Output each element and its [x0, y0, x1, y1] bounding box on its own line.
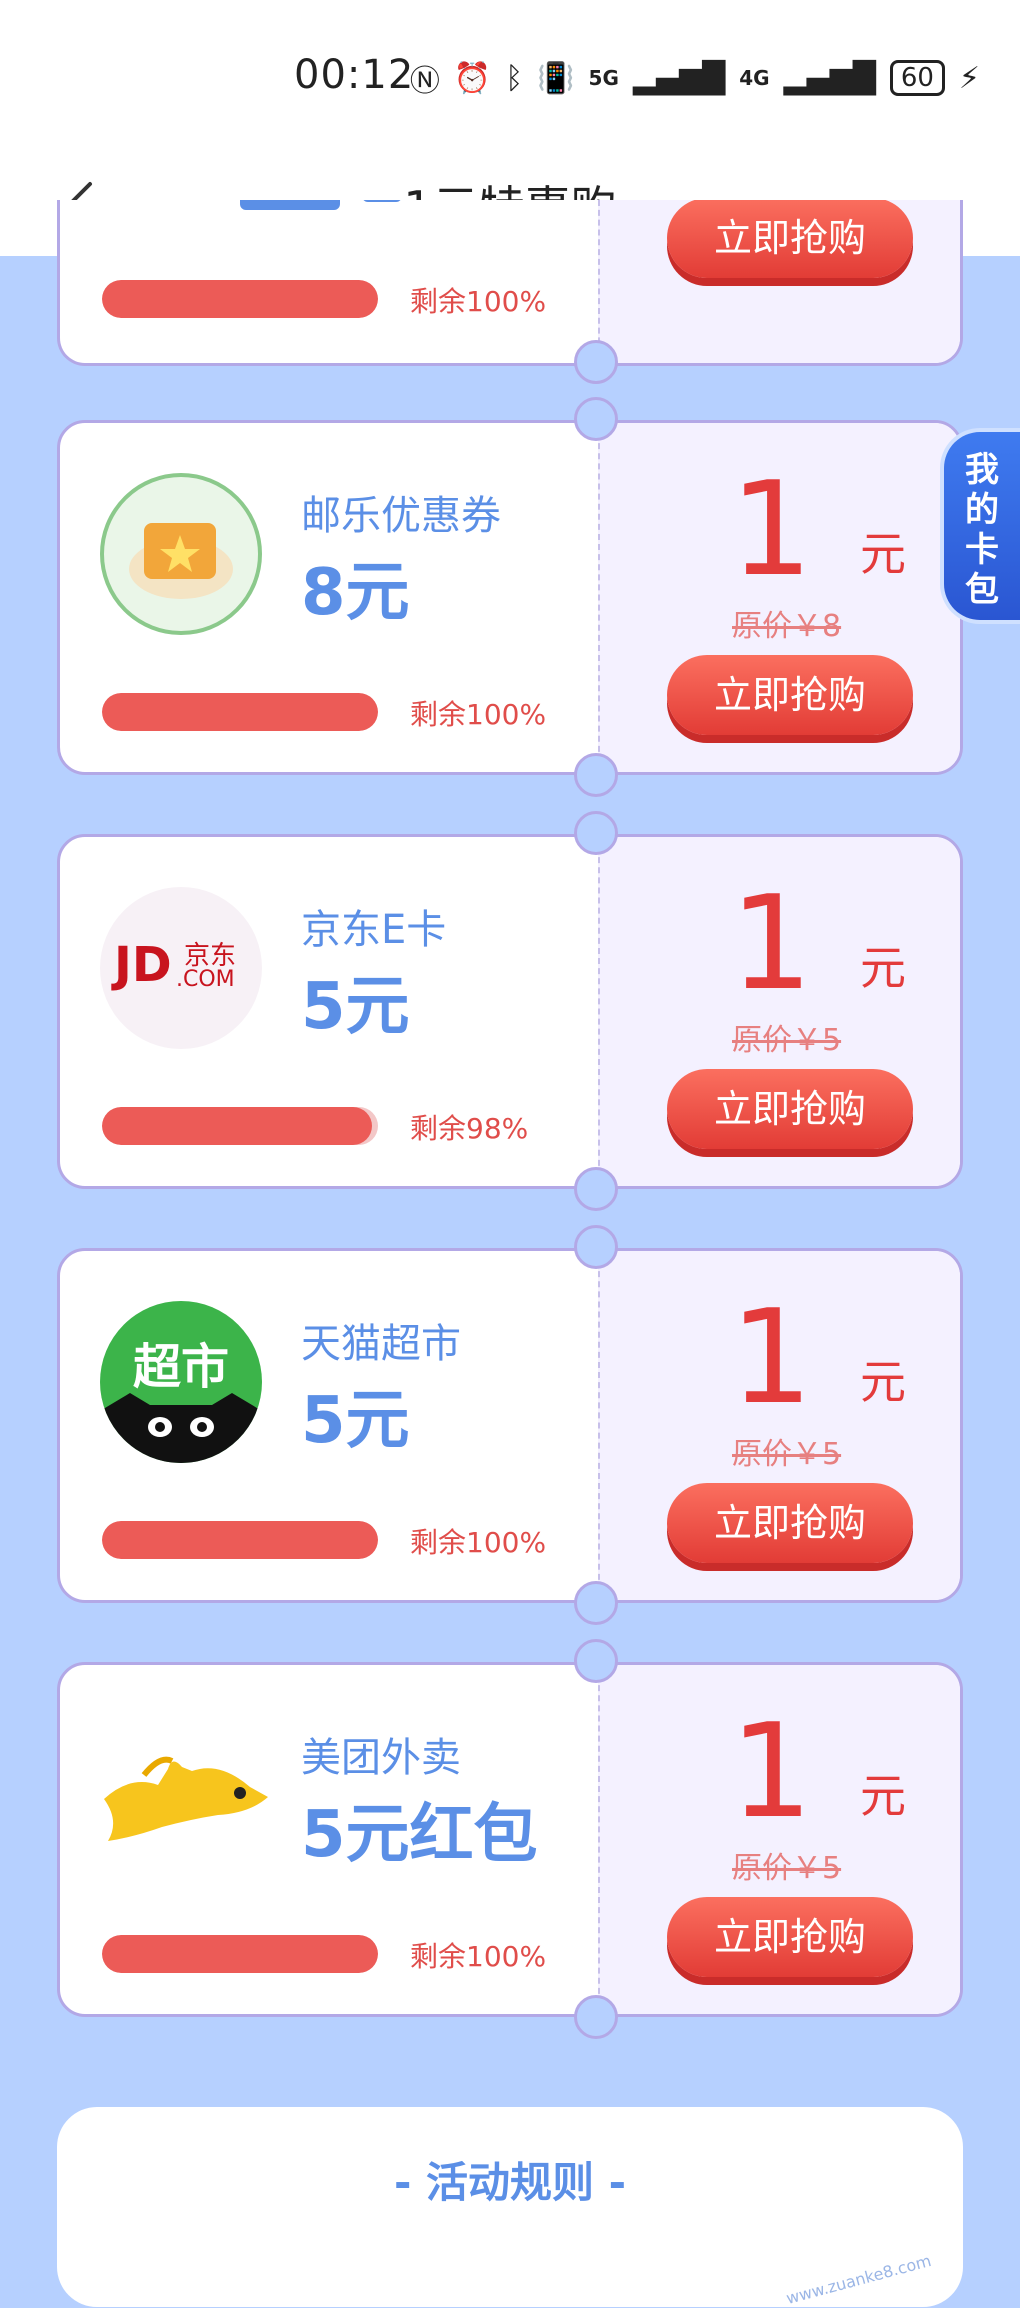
price-value: 1: [730, 453, 813, 605]
vibrate-icon: 📳: [537, 60, 575, 96]
ticket-notch: [574, 1581, 618, 1625]
card-name: 邮乐优惠券: [301, 493, 501, 539]
stock-progress-bar: [102, 1107, 378, 1145]
status-bar: 00:12 Ⓝ ⏰ ᛒ 📳 5G ▂▄▆█ 4G ▂▄▆█ 60 ⚡: [0, 0, 1020, 150]
card-amount-cut: [232, 200, 532, 232]
ticket-notch: [574, 1995, 618, 2039]
stock-progress-fill: [102, 1107, 373, 1145]
activity-rules-panel: - 活动规则 - www.zuanke8.com: [57, 2107, 963, 2308]
ticket-notch: [574, 340, 618, 384]
signal-4g-label: 4G: [739, 66, 770, 90]
original-price: 原价￥5: [732, 1023, 842, 1058]
card-amount: 5元红包: [301, 1798, 538, 1872]
rules-title: - 活动规则 -: [393, 2158, 627, 2207]
card-amount-cut-glyphs: [240, 200, 401, 210]
price-value: 1: [730, 1695, 813, 1847]
battery-icon: 60: [889, 60, 945, 96]
buy-now-button[interactable]: 立即抢购: [667, 200, 913, 278]
jd-logo-com: .COM: [176, 967, 235, 992]
ticket-notch: [574, 397, 618, 441]
price-value: 1: [730, 1281, 813, 1433]
side-tab-char: 的: [965, 490, 999, 530]
ticket-notch: [574, 1639, 618, 1683]
bluetooth-icon: ᛒ: [505, 60, 524, 96]
side-tab-char: 包: [965, 570, 999, 610]
remaining-label: 剩余100%: [410, 1940, 547, 1973]
coupon-card-youle: 邮乐优惠券 8元 剩余100% 1 元 原价￥8 立即抢购: [57, 420, 963, 775]
price-unit: 元: [860, 1355, 906, 1409]
clock: 00:12: [294, 52, 415, 98]
charging-icon: ⚡: [958, 60, 980, 96]
remaining-label: 剩余100%: [410, 698, 547, 731]
remaining-label: 剩余100%: [410, 285, 547, 318]
signal-4g-icon: ▂▄▆█: [783, 60, 876, 96]
coupon-card-tmall: 超市 天猫超市 5元 剩余100% 1 元 原价￥5 立即抢购: [57, 1248, 963, 1603]
price-unit: 元: [860, 1769, 906, 1823]
price-unit: 元: [860, 941, 906, 995]
youle-logo: [100, 473, 262, 635]
card-amount: 5元: [301, 1384, 410, 1458]
buy-now-button[interactable]: 立即抢购: [667, 1483, 913, 1563]
original-price: 原价￥8: [732, 609, 842, 644]
card-amount: 8元: [301, 556, 410, 630]
cat-face-icon: [100, 1393, 262, 1463]
ticket-notch: [574, 1225, 618, 1269]
jd-logo: JD 京东 .COM: [100, 887, 262, 1049]
buy-now-button[interactable]: 立即抢购: [667, 1897, 913, 1977]
watermark: www.zuanke8.com: [783, 2250, 933, 2308]
coupon-card-partial: 剩余100% 立即抢购: [57, 200, 963, 366]
stock-progress-bar: [102, 693, 378, 731]
stock-progress-bar: [102, 280, 378, 318]
jd-logo-text: JD: [114, 937, 172, 993]
stock-progress-fill: [102, 693, 378, 731]
ticket-notch: [574, 1167, 618, 1211]
card-name: 天猫超市: [301, 1321, 461, 1367]
card-name: 美团外卖: [301, 1735, 461, 1781]
signal-5g-label: 5G: [588, 66, 619, 90]
card-amount: 5元: [301, 970, 410, 1044]
stock-progress-fill: [102, 1935, 378, 1973]
tmall-supermarket-logo: 超市: [100, 1301, 262, 1463]
coupon-card-jd: JD 京东 .COM 京东E卡 5元 剩余98% 1 元 原价￥5 立即抢购: [57, 834, 963, 1189]
buy-now-button[interactable]: 立即抢购: [667, 655, 913, 735]
nfc-icon: Ⓝ: [409, 64, 440, 99]
ticket-notch: [574, 753, 618, 797]
original-price: 原价￥5: [732, 1437, 842, 1472]
stock-progress-fill: [102, 280, 378, 318]
meituan-kangaroo-logo: [100, 1715, 268, 1877]
remaining-label: 剩余98%: [410, 1112, 529, 1145]
card-name: 京东E卡: [301, 907, 447, 953]
my-card-wallet-tab[interactable]: 我 的 卡 包: [940, 428, 1020, 624]
ticket-notch: [574, 811, 618, 855]
side-tab-char: 我: [965, 450, 999, 490]
alarm-icon: ⏰: [453, 60, 492, 96]
side-tab-char: 卡: [965, 530, 999, 570]
stock-progress-bar: [102, 1935, 378, 1973]
coupon-card-meituan: 美团外卖 5元红包 剩余100% 1 元 原价￥5 立即抢购: [57, 1662, 963, 2017]
price-value: 1: [730, 867, 813, 1019]
original-price: 原价￥5: [732, 1851, 842, 1886]
status-icons: Ⓝ ⏰ ᛒ 📳 5G ▂▄▆█ 4G ▂▄▆█ 60 ⚡: [410, 56, 980, 100]
signal-5g-icon: ▂▄▆█: [632, 60, 726, 96]
stock-progress-fill: [102, 1521, 378, 1559]
ticket-icon: [129, 523, 233, 599]
kangaroo-icon: [104, 1756, 268, 1841]
price-unit: 元: [860, 527, 906, 581]
buy-now-button[interactable]: 立即抢购: [667, 1069, 913, 1149]
stock-progress-bar: [102, 1521, 378, 1559]
remaining-label: 剩余100%: [410, 1526, 547, 1559]
